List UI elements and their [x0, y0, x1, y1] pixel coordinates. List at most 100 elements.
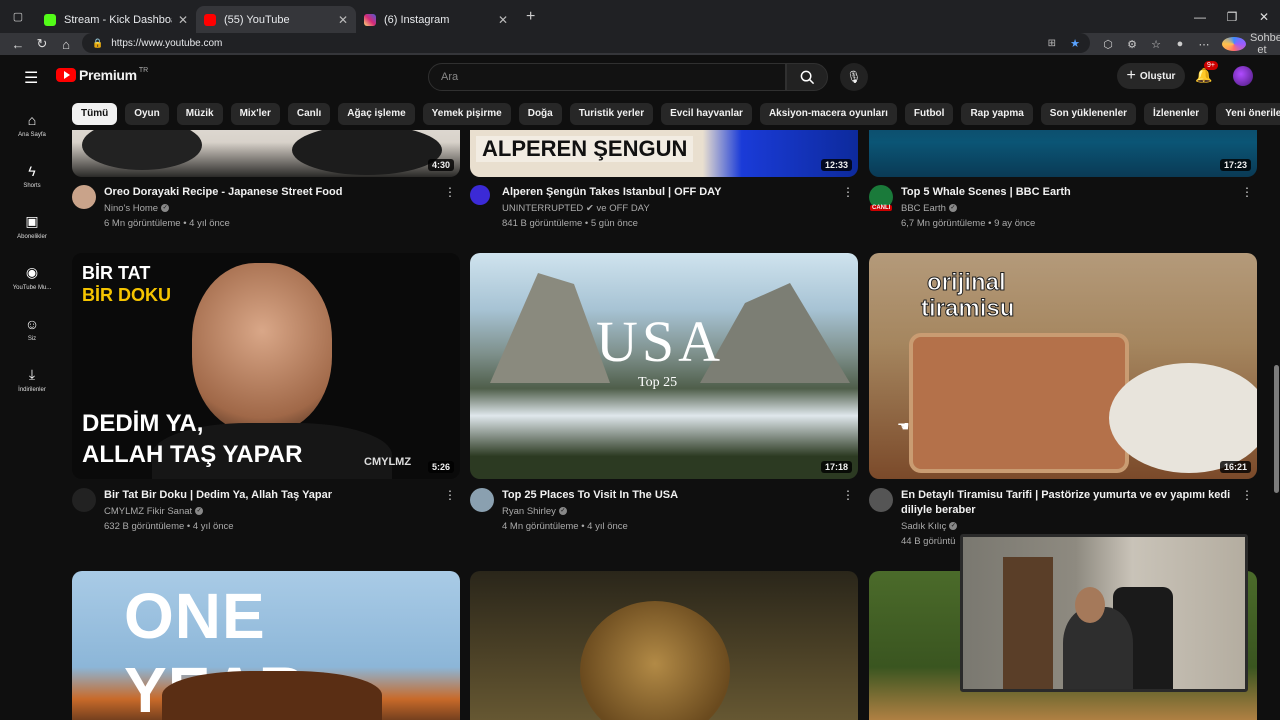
close-window-icon[interactable]: ✕: [1248, 10, 1280, 24]
sidebar-item[interactable]: ⤓ İndirilenler: [0, 354, 64, 405]
create-button[interactable]: + Oluştur: [1117, 63, 1185, 89]
filter-chip[interactable]: Rap yapma: [961, 103, 1033, 125]
filter-chip[interactable]: Müzik: [176, 103, 223, 125]
channel-name[interactable]: Sadık Kılıç ✓: [901, 521, 958, 532]
search-button[interactable]: [786, 63, 828, 91]
video-title[interactable]: Bir Tat Bir Doku | Dedim Ya, Allah Taş Y…: [104, 488, 442, 503]
filter-chip[interactable]: Doğa: [518, 103, 562, 125]
more-options-icon[interactable]: ⋮: [842, 185, 854, 199]
channel-name[interactable]: UNINTERRUPTED ✔ ve OFF DAY: [502, 203, 650, 214]
tab-youtube[interactable]: (55) YouTube ✕: [196, 6, 356, 33]
filter-chip[interactable]: Aksiyon-macera oyunları: [759, 103, 897, 125]
face-shape: [580, 601, 730, 720]
filter-chip[interactable]: İzlenenler: [1144, 103, 1209, 125]
video-thumbnail[interactable]: 17:23: [869, 130, 1257, 177]
channel-name[interactable]: Nino's Home ✓: [104, 203, 170, 214]
more-options-icon[interactable]: ⋮: [444, 488, 456, 502]
video-thumbnail[interactable]: 4:30: [72, 130, 460, 177]
tab-actions-button[interactable]: ▢: [0, 0, 36, 33]
url-bar[interactable]: 🔒 https://www.youtube.com ⊞ ★: [82, 33, 1090, 53]
more-options-icon[interactable]: ⋮: [842, 488, 854, 502]
sidebar-item[interactable]: ◉ YouTube Mu...: [0, 252, 64, 303]
video-stats: 4 Mn görüntüleme • 4 yıl önce: [502, 521, 628, 532]
sidebar-item-label: Abonelikler: [17, 234, 47, 240]
channel-name[interactable]: CMYLMZ Fikir Sanat ✓: [104, 506, 204, 517]
video-title[interactable]: Top 5 Whale Scenes | BBC Earth: [901, 185, 1239, 200]
channel-name-text: Ryan Shirley: [502, 506, 556, 517]
channel-name[interactable]: BBC Earth ✓: [901, 203, 957, 214]
tab-title: (6) Instagram: [384, 13, 450, 26]
youtube-logo[interactable]: Premium TR: [56, 67, 148, 83]
video-thumbnail[interactable]: ALPEREN ŞENGUN 12:33: [470, 130, 858, 177]
search-input[interactable]: Ara: [428, 63, 786, 91]
filter-chip[interactable]: Oyun: [125, 103, 169, 125]
channel-avatar[interactable]: [869, 488, 893, 512]
more-options-icon[interactable]: ⋮: [444, 185, 456, 199]
copilot-icon: [1222, 37, 1246, 51]
sidebar-item[interactable]: ⌂ Ana Sayfa: [0, 99, 64, 150]
filter-chip[interactable]: Son yüklenenler: [1040, 103, 1137, 125]
filter-chip[interactable]: Yemek pişirme: [422, 103, 511, 125]
close-tab-icon[interactable]: ✕: [178, 13, 188, 27]
filter-chip[interactable]: Canlı: [287, 103, 331, 125]
channel-name[interactable]: Ryan Shirley ✓: [502, 506, 567, 517]
dorayaki-shape: [292, 130, 442, 175]
channel-avatar[interactable]: [72, 185, 96, 209]
filter-chip[interactable]: Tümü: [72, 103, 118, 125]
more-options-icon[interactable]: ⋮: [1241, 185, 1253, 199]
filter-chip[interactable]: Ağaç işleme: [338, 103, 415, 125]
filter-chip[interactable]: Yeni öneriler: [1216, 103, 1280, 125]
tab-instagram[interactable]: (6) Instagram ✕: [356, 6, 516, 33]
reload-icon[interactable]: ↻: [30, 36, 54, 52]
video-thumbnail[interactable]: [470, 571, 858, 720]
copilot-button[interactable]: Sohbet et: [1216, 32, 1280, 56]
channel-avatar[interactable]: [470, 185, 490, 205]
video-title[interactable]: Top 25 Places To Visit In The USA: [502, 488, 840, 503]
back-icon[interactable]: ←: [6, 37, 30, 52]
sidebar-item-label: Shorts: [23, 182, 41, 189]
close-tab-icon[interactable]: ✕: [338, 13, 348, 27]
filter-chip[interactable]: Mix'ler: [230, 103, 280, 125]
video-duration: 17:23: [1219, 159, 1251, 171]
browser-extensions: ⬡ ⚙ ☆ ● ⋯ Sohbet et: [1096, 32, 1280, 56]
home-icon[interactable]: ⌂: [54, 37, 78, 52]
tab-actions-icon: ▢: [12, 11, 24, 23]
video-title[interactable]: Alperen Şengün Takes Istanbul | OFF DAY: [502, 185, 840, 200]
person-head-shape: [1075, 587, 1105, 623]
video-thumbnail[interactable]: BİR TAT BİR DOKU DEDİM YA, ALLAH TAŞ YAP…: [72, 253, 460, 479]
extensions-icon[interactable]: ⬡: [1096, 38, 1120, 51]
video-title[interactable]: En Detaylı Tiramisu Tarifi | Pastörize y…: [901, 488, 1239, 518]
account-avatar[interactable]: [1233, 66, 1253, 86]
plus-icon: +: [1126, 67, 1136, 84]
gear-icon[interactable]: ⚙: [1120, 38, 1144, 51]
minimize-icon[interactable]: —: [1184, 10, 1216, 24]
more-icon[interactable]: ⋯: [1192, 38, 1216, 51]
new-tab-icon[interactable]: +: [526, 8, 535, 26]
thumbnail-brand: CMYLMZ: [364, 456, 412, 468]
maximize-icon[interactable]: ❐: [1216, 10, 1248, 24]
favorite-star-icon[interactable]: ★: [1070, 37, 1080, 50]
more-options-icon[interactable]: ⋮: [1241, 488, 1253, 502]
sidebar-item[interactable]: ▣ Abonelikler: [0, 201, 64, 252]
apps-icon[interactable]: ⊞: [1048, 38, 1056, 49]
sidebar-item[interactable]: ϟ Shorts: [0, 150, 64, 201]
filter-chip[interactable]: Turistik yerler: [569, 103, 654, 125]
sidebar-item[interactable]: ☺ Siz: [0, 303, 64, 354]
voice-search-button[interactable]: 🎙: [840, 63, 868, 91]
tab-kick[interactable]: Stream - Kick Dashboard ✕: [36, 6, 196, 33]
scrollbar-thumb[interactable]: [1274, 365, 1279, 493]
video-title[interactable]: Oreo Dorayaki Recipe - Japanese Street F…: [104, 185, 442, 200]
video-thumbnail[interactable]: USA Top 25 17:18: [470, 253, 858, 479]
collections-icon[interactable]: ☆: [1144, 38, 1168, 51]
channel-avatar[interactable]: [72, 488, 96, 512]
video-thumbnail[interactable]: ONE YEAR: [72, 571, 460, 720]
filter-chip[interactable]: Evcil hayvanlar: [661, 103, 752, 125]
profile-icon[interactable]: ●: [1168, 38, 1192, 50]
video-thumbnail[interactable]: orijinal tiramisu 16:21: [869, 253, 1257, 479]
page-scrollbar[interactable]: [1274, 60, 1280, 720]
close-tab-icon[interactable]: ✕: [498, 13, 508, 27]
filter-chip[interactable]: Futbol: [904, 103, 954, 125]
video-duration: 12:33: [820, 159, 852, 171]
channel-avatar[interactable]: [470, 488, 494, 512]
menu-icon[interactable]: ☰: [24, 68, 38, 88]
